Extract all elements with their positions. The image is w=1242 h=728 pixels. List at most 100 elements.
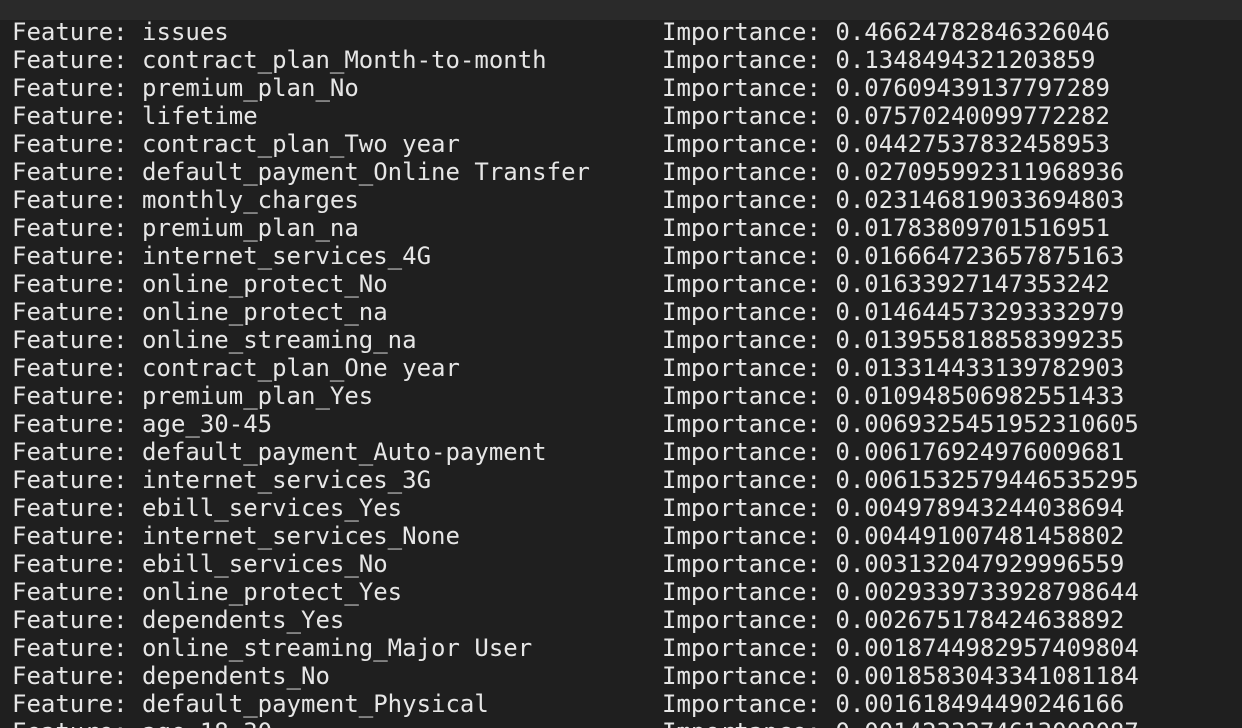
feature-text: Feature: contract_plan_Two year <box>12 130 460 158</box>
feature-prefix: Feature: <box>12 326 143 354</box>
importance-value: 0.0018744982957409804 <box>835 634 1139 662</box>
feature-prefix: Feature: <box>12 382 143 410</box>
importance-value: 0.027095992311968936 <box>835 158 1125 186</box>
importance-value: 0.006176924976009681 <box>835 438 1125 466</box>
feature-prefix: Feature: <box>12 186 143 214</box>
feature-text: Feature: default_payment_Online Transfer <box>12 158 590 186</box>
importance-prefix: Importance: <box>662 718 835 728</box>
output-line: Feature: ebill_services_No Importance: 0.… <box>12 550 1232 578</box>
feature-prefix: Feature: <box>12 606 143 634</box>
importance-text: Importance: 0.003132047929996559 <box>662 550 1124 578</box>
feature-text: Feature: online_protect_na <box>12 298 388 326</box>
feature-name: online_protect_Yes <box>142 578 403 606</box>
feature-name: default_payment_Physical <box>142 690 489 718</box>
importance-value: 0.013955818858399235 <box>835 326 1125 354</box>
importance-text: Importance: 0.01633927147353242 <box>662 270 1110 298</box>
feature-prefix: Feature: <box>12 242 143 270</box>
feature-name: default_payment_Auto-payment <box>142 438 547 466</box>
output-line: Feature: dependents_Yes Importance: 0.002… <box>12 606 1232 634</box>
importance-value: 0.0069325451952310605 <box>835 410 1139 438</box>
terminal-output: Feature: issues Importance: 0.46624782846… <box>12 18 1232 728</box>
importance-prefix: Importance: <box>662 242 836 270</box>
feature-name: age_18-30 <box>142 718 272 728</box>
feature-name: online_protect_na <box>142 298 388 326</box>
feature-text: Feature: issues <box>12 18 229 46</box>
feature-text: Feature: ebill_services_No <box>12 550 388 578</box>
importance-text: Importance: 0.1348494321203859 <box>662 46 1095 74</box>
feature-text: Feature: online_streaming_Major User <box>12 634 532 662</box>
importance-value: 0.46624782846326046 <box>835 18 1110 46</box>
feature-prefix: Feature: <box>12 690 143 718</box>
importance-value: 0.016664723657875163 <box>835 242 1125 270</box>
output-line: Feature: online_protect_No Importance: 0.… <box>12 270 1232 298</box>
feature-prefix: Feature: <box>12 46 143 74</box>
importance-prefix: Importance: <box>662 270 836 298</box>
feature-prefix: Feature: <box>12 634 143 662</box>
output-line: Feature: online_streaming_na Importance: … <box>12 326 1232 354</box>
feature-prefix: Feature: <box>12 130 143 158</box>
importance-prefix: Importance: <box>662 102 836 130</box>
output-line: Feature: default_payment_Online Transfer… <box>12 158 1232 186</box>
importance-value: 0.07570240099772282 <box>835 102 1110 130</box>
importance-prefix: Importance: <box>662 662 836 690</box>
importance-prefix: Importance: <box>662 690 836 718</box>
importance-prefix: Importance: <box>662 214 836 242</box>
feature-text: Feature: internet_services_4G <box>12 242 431 270</box>
importance-text: Importance: 0.0014233274613008087 <box>662 718 1139 728</box>
feature-text: Feature: internet_services_None <box>12 522 460 550</box>
feature-text: Feature: default_payment_Auto-payment <box>12 438 547 466</box>
feature-prefix: Feature: <box>12 214 143 242</box>
feature-name: age_30-45 <box>142 410 273 438</box>
importance-prefix: Importance: <box>662 522 836 550</box>
output-line: Feature: premium_plan_na Importance: 0.01… <box>12 214 1232 242</box>
importance-prefix: Importance: <box>662 606 836 634</box>
importance-prefix: Importance: <box>662 382 836 410</box>
importance-prefix: Importance: <box>662 326 836 354</box>
feature-prefix: Feature: <box>12 298 143 326</box>
importance-value: 0.07609439137797289 <box>835 74 1110 102</box>
feature-prefix: Feature: <box>12 74 143 102</box>
importance-text: Importance: 0.006176924976009681 <box>662 438 1124 466</box>
importance-value: 0.04427537832458953 <box>835 130 1110 158</box>
importance-text: Importance: 0.0018583043341081184 <box>662 662 1139 690</box>
feature-name: online_streaming_Major User <box>142 634 533 662</box>
importance-text: Importance: 0.014644573293332979 <box>662 298 1124 326</box>
importance-value: 0.0029339733928798644 <box>835 578 1139 606</box>
feature-name: ebill_services_Yes <box>142 494 403 522</box>
importance-text: Importance: 0.002675178424638892 <box>662 606 1124 634</box>
importance-text: Importance: 0.004978943244038694 <box>662 494 1124 522</box>
feature-text: Feature: premium_plan_na <box>12 214 359 242</box>
importance-value: 0.0014233274613008087 <box>835 718 1138 728</box>
importance-text: Importance: 0.46624782846326046 <box>662 18 1110 46</box>
feature-text: Feature: dependents_No <box>12 662 330 690</box>
feature-text: Feature: premium_plan_Yes <box>12 382 373 410</box>
feature-text: Feature: age_30-45 <box>12 410 272 438</box>
feature-text: Feature: premium_plan_No <box>12 74 359 102</box>
feature-prefix: Feature: <box>12 102 143 130</box>
feature-prefix: Feature: <box>12 158 143 186</box>
feature-prefix: Feature: <box>12 578 143 606</box>
importance-prefix: Importance: <box>662 466 836 494</box>
feature-name: internet_services_4G <box>142 242 432 270</box>
output-line: Feature: internet_services_4G Importance:… <box>12 242 1232 270</box>
feature-text: Feature: age_18-30 <box>12 718 272 728</box>
output-line: Feature: premium_plan_No Importance: 0.07… <box>12 74 1232 102</box>
feature-name: premium_plan_Yes <box>142 382 374 410</box>
feature-name: contract_plan_Month-to-month <box>142 46 547 74</box>
feature-name: default_payment_Online Transfer <box>142 158 590 186</box>
feature-name: internet_services_None <box>142 522 460 550</box>
terminal-window[interactable]: Feature: issues Importance: 0.46624782846… <box>0 0 1242 728</box>
importance-text: Importance: 0.010948506982551433 <box>662 382 1124 410</box>
importance-text: Importance: 0.0069325451952310605 <box>662 410 1139 438</box>
importance-prefix: Importance: <box>662 130 836 158</box>
importance-prefix: Importance: <box>662 494 836 522</box>
feature-name: ebill_services_No <box>142 550 388 578</box>
feature-text: Feature: online_streaming_na <box>12 326 417 354</box>
importance-value: 0.014644573293332979 <box>835 298 1125 326</box>
feature-prefix: Feature: <box>12 270 143 298</box>
feature-name: monthly_charges <box>142 186 359 214</box>
output-line: Feature: contract_plan_Month-to-month Imp… <box>12 46 1232 74</box>
importance-prefix: Importance: <box>662 46 836 74</box>
importance-value: 0.004978943244038694 <box>835 494 1125 522</box>
output-line: Feature: online_protect_na Importance: 0.… <box>12 298 1232 326</box>
